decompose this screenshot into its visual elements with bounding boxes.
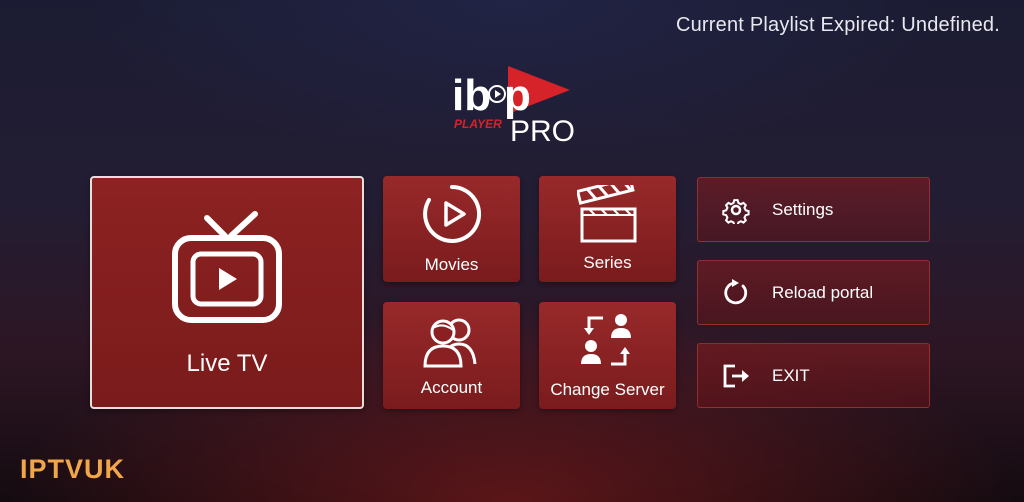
reload-icon: [720, 277, 752, 309]
live-tv-label: Live TV: [186, 349, 268, 377]
live-tv-button[interactable]: Live TV: [90, 176, 364, 409]
series-button[interactable]: Series: [539, 176, 676, 282]
series-label: Series: [583, 253, 632, 272]
reload-portal-label: Reload portal: [772, 282, 874, 302]
settings-label: Settings: [772, 199, 834, 219]
svg-text:PLAYER: PLAYER: [454, 117, 502, 131]
svg-text:ib: ib: [452, 71, 491, 120]
watermark-logo: IPTVUK: [20, 454, 126, 484]
change-server-button[interactable]: Change Server: [539, 302, 676, 409]
play-circle-icon: [422, 184, 481, 243]
change-server-label: Change Server: [550, 379, 665, 399]
app-logo: ib p PLAYER PRO: [448, 66, 578, 148]
movies-label: Movies: [424, 255, 479, 274]
account-label: Account: [420, 377, 483, 397]
swap-users-icon: [580, 313, 631, 365]
exit-icon: [720, 360, 752, 392]
movies-button[interactable]: Movies: [383, 176, 520, 282]
gear-icon: [720, 194, 752, 226]
reload-portal-button[interactable]: Reload portal: [697, 260, 930, 325]
tv-icon: [172, 210, 282, 323]
users-icon: [422, 318, 476, 367]
svg-text:p: p: [504, 71, 531, 120]
clapperboard-icon: [576, 185, 636, 243]
settings-button[interactable]: Settings: [697, 177, 930, 242]
svg-text:PRO: PRO: [510, 115, 575, 146]
playlist-status: Current Playlist Expired: Undefined.: [675, 14, 1000, 36]
exit-button[interactable]: EXIT: [697, 343, 930, 408]
account-button[interactable]: Account: [383, 302, 520, 409]
ibo-pro-logo-icon: ib p PLAYER PRO: [452, 66, 575, 148]
exit-label: EXIT: [772, 365, 810, 385]
